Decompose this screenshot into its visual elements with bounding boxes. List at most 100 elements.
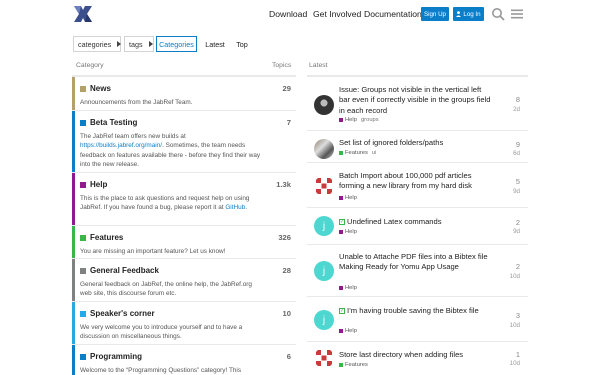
category-row-news[interactable]: News Announcements from the JabRef Team.… xyxy=(72,77,296,111)
category-title[interactable]: Features xyxy=(80,233,123,242)
category-title[interactable]: Help xyxy=(80,180,107,189)
avatar-letter: j xyxy=(322,265,326,277)
avatar[interactable]: j xyxy=(314,216,334,236)
topic-reply-count: 2 xyxy=(515,262,520,271)
builds-link[interactable]: https://builds.jabref.org/main/ xyxy=(80,142,162,149)
avatar[interactable] xyxy=(314,139,334,159)
category-description: Welcome to the “Programming Questions” c… xyxy=(80,367,242,374)
topic-category[interactable]: Help xyxy=(345,285,357,291)
topic-row[interactable]: Set list of ignored folders/paths Featur… xyxy=(307,131,528,163)
topics-column-heading: Topics xyxy=(272,62,292,69)
topic-activity-age[interactable]: 10d xyxy=(510,322,520,329)
category-topic-count: 10 xyxy=(282,309,291,318)
solved-check-icon: ✓ xyxy=(339,308,345,314)
jabref-logo-icon[interactable] xyxy=(72,4,94,24)
category-title[interactable]: Speaker's corner xyxy=(80,309,155,318)
topic-category[interactable]: Features xyxy=(345,150,368,156)
caret-right-icon xyxy=(148,41,153,47)
topic-category[interactable]: Help xyxy=(345,195,357,201)
avatar[interactable] xyxy=(314,176,334,196)
tab-top[interactable]: Top xyxy=(232,36,252,52)
category-topic-count: 7 xyxy=(286,118,291,127)
category-description: We very welcome you to introduce yoursel… xyxy=(80,324,243,341)
avatar-letter: j xyxy=(322,314,326,326)
topic-title[interactable]: Store last directory when adding files xyxy=(339,350,494,360)
nav-documentation-link[interactable]: Documentation xyxy=(364,9,422,19)
category-topic-count: 6 xyxy=(286,352,291,361)
log-in-button[interactable]: Log In xyxy=(453,7,484,21)
solved-check-icon: ✓ xyxy=(339,219,345,225)
category-title[interactable]: General Feedback xyxy=(80,266,159,275)
topic-row[interactable]: j ✓ Undefined Latex commands Help 2 9d xyxy=(307,208,528,245)
category-topic-count: 28 xyxy=(282,266,291,275)
category-name: Beta Testing xyxy=(90,118,138,127)
topic-title[interactable]: Set list of ignored folders/paths xyxy=(339,138,494,148)
topic-category[interactable]: Help xyxy=(345,328,357,334)
avatar-letter: j xyxy=(322,220,326,232)
categories-dropdown-label: categories xyxy=(78,39,112,49)
topic-tag[interactable]: ui xyxy=(372,150,377,156)
topic-title[interactable]: ✓ I’m having trouble saving the Bibtex fi… xyxy=(339,306,494,316)
topic-title[interactable]: Issue: Groups not visible in the vertica… xyxy=(339,85,494,116)
topic-row[interactable]: j Unable to Attache PDF files into a Bib… xyxy=(307,245,528,297)
topic-row[interactable]: Issue: Groups not visible in the vertica… xyxy=(307,77,528,131)
topic-activity-age[interactable]: 9d xyxy=(513,188,520,195)
topic-title-text: I’m having trouble saving the Bibtex fil… xyxy=(347,306,479,315)
category-badge xyxy=(339,230,343,234)
category-color-bar xyxy=(72,302,75,344)
topic-title[interactable]: Unable to Attache PDF files into a Bibte… xyxy=(339,252,494,273)
tags-dropdown-label: tags xyxy=(129,39,143,49)
category-badge xyxy=(339,151,343,155)
categories-dropdown[interactable]: categories xyxy=(73,36,122,52)
tags-dropdown[interactable]: tags xyxy=(124,36,154,52)
topic-row[interactable]: Batch Import about 100,000 pdf articles … xyxy=(307,163,528,208)
topic-title[interactable]: ✓ Undefined Latex commands xyxy=(339,217,494,227)
hamburger-menu-icon[interactable] xyxy=(510,7,524,21)
category-row-help[interactable]: Help This is the place to ask questions … xyxy=(72,173,296,226)
category-color-bar xyxy=(72,77,75,110)
avatar[interactable] xyxy=(314,348,334,368)
nav-get-involved-link[interactable]: Get Involved xyxy=(313,9,361,19)
topic-activity-age[interactable]: 9d xyxy=(513,228,520,235)
github-link[interactable]: GitHub xyxy=(225,204,245,211)
search-icon[interactable] xyxy=(491,7,505,21)
nav-download-link[interactable]: Download xyxy=(269,9,307,19)
latest-column-heading: Latest xyxy=(309,62,328,69)
category-row-programming[interactable]: Programming Welcome to the “Programming … xyxy=(72,345,296,375)
tab-top-label: Top xyxy=(236,39,248,49)
identicon-icon xyxy=(314,348,334,368)
category-name: General Feedback xyxy=(90,266,159,275)
tab-categories[interactable]: Categories xyxy=(156,36,197,52)
sign-up-button[interactable]: Sign Up xyxy=(421,7,449,21)
category-badge xyxy=(339,286,343,290)
category-title[interactable]: News xyxy=(80,84,111,93)
avatar[interactable] xyxy=(314,95,334,115)
category-row-general-feedback[interactable]: General Feedback General feedback on Jab… xyxy=(72,259,296,302)
category-row-speakers-corner[interactable]: Speaker's corner We very welcome you to … xyxy=(72,302,296,345)
category-topic-count: 1.3k xyxy=(276,180,291,189)
category-row-features[interactable]: Features You are missing an important fe… xyxy=(72,226,296,259)
category-title[interactable]: Beta Testing xyxy=(80,118,137,127)
topic-category[interactable]: Help xyxy=(345,229,357,235)
category-badge xyxy=(339,329,343,333)
topic-title[interactable]: Batch Import about 100,000 pdf articles … xyxy=(339,171,494,192)
topic-tag[interactable]: groups xyxy=(361,117,379,123)
topic-row[interactable]: Store last directory when adding files F… xyxy=(307,342,528,375)
topic-reply-count: 3 xyxy=(515,311,520,320)
category-badge xyxy=(80,310,86,317)
tab-latest[interactable]: Latest xyxy=(201,36,229,52)
topic-activity-age[interactable]: 10d xyxy=(510,273,520,280)
topic-activity-age[interactable]: 10d xyxy=(510,360,520,367)
category-topic-count: 29 xyxy=(282,84,291,93)
topic-row[interactable]: j ✓ I’m having trouble saving the Bibtex … xyxy=(307,297,528,342)
avatar[interactable]: j xyxy=(314,261,334,281)
avatar[interactable]: j xyxy=(314,310,334,330)
topic-category[interactable]: Help xyxy=(345,117,357,123)
topic-activity-age[interactable]: 2d xyxy=(513,106,520,113)
topic-activity-age[interactable]: 6d xyxy=(513,150,520,157)
description-text: The JabRef team offers new builds at xyxy=(80,133,186,140)
topic-category[interactable]: Features xyxy=(345,362,368,368)
category-title[interactable]: Programming xyxy=(80,352,142,361)
category-name: Programming xyxy=(90,352,143,361)
category-row-beta-testing[interactable]: Beta Testing The JabRef team offers new … xyxy=(72,111,296,173)
